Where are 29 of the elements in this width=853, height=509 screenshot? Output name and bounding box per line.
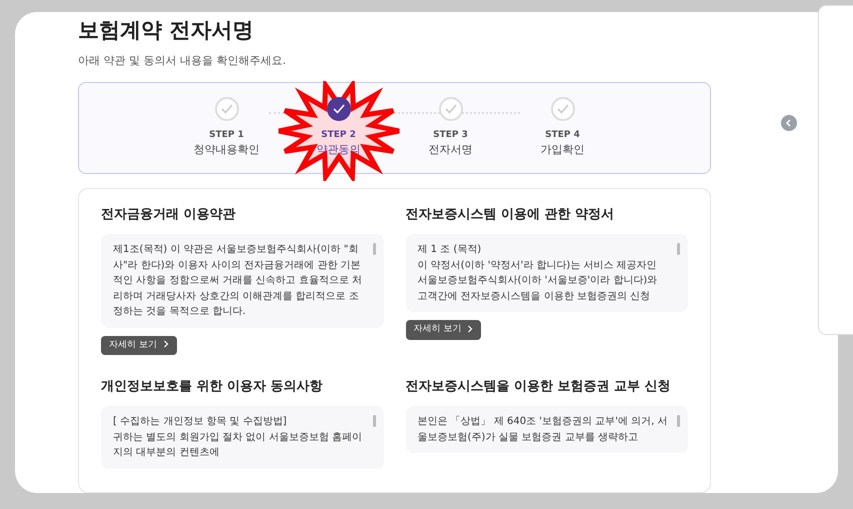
chevron-right-icon: [162, 340, 169, 348]
section-title: 전자보증시스템 이용에 관한 약정서: [406, 206, 616, 224]
step-name: 약관동의: [316, 142, 360, 158]
section-title: 개인정보보호를 위한 이용자 동의사항: [101, 378, 324, 396]
scrollbar-thumb: [372, 415, 376, 428]
terms-paragraph: 귀하는 별도의 회원가입 절차 없이 서울보증보험 홈페이지의 대부분의 컨텐츠에: [113, 430, 364, 460]
details-button[interactable]: 자세히 보기: [101, 336, 177, 356]
terms-paragraph: 제1조(목적) 이 약관은 서울보증보험주식회사(이하 "회사"라 한다)와 이용자 사이의 전자금융거래에 관한 기본적인 사항을 정함으로써 거래를 신속하고 효율적으로 처리하며 거래당사자 상호간의 이해관계를 합리적으로 조정하는 것을 목적으로 합니다.: [113, 243, 364, 320]
section-title: 전자보증시스템을 이용한 보험증권 교부 신청: [406, 378, 672, 396]
terms-paragraph: 이 약정서(이하 '약정서'라 합니다)는 서비스 제공자인 서울보증보험주식회사(이하 '서울보증'이라 합니다)와 고객간에 전자보증시스템을 이용한 보험증권의 신청: [418, 258, 658, 304]
chevron-right-icon: [467, 324, 474, 333]
page-subtitle: 아래 약관 및 동의서 내용을 확인해주세요.: [78, 53, 287, 70]
chevron-left-icon: [785, 119, 793, 127]
step-number: STEP 4: [545, 128, 580, 142]
step-number: STEP 1: [209, 128, 244, 142]
terms-paragraph: 제 1 조 (목적): [418, 243, 482, 258]
terms-paragraph: [ 수집하는 개인정보 항목 및 수집방법]: [113, 415, 288, 430]
step-number: STEP 3: [433, 128, 468, 142]
step-number: STEP 2: [321, 128, 356, 142]
scrollbar-thumb: [677, 415, 680, 428]
step-name: 가입확인: [540, 142, 584, 158]
section-title: 전자금융거래 이용약관: [101, 206, 237, 224]
scrollbar-thumb: [677, 243, 680, 256]
scrollbar-thumb: [372, 243, 376, 256]
step-name: 전자서명: [428, 142, 472, 158]
page-title: 보험계약 전자서명: [78, 18, 254, 44]
terms-paragraph: 본인은 「상법」 제 640조 '보험증권의 교부'에 의거, 서울보증보험(주)가 실물 보험증권 교부를 생략하고: [418, 414, 668, 445]
details-button[interactable]: 자세히 보기: [406, 320, 482, 340]
step-name: 청약내용확인: [194, 142, 260, 158]
